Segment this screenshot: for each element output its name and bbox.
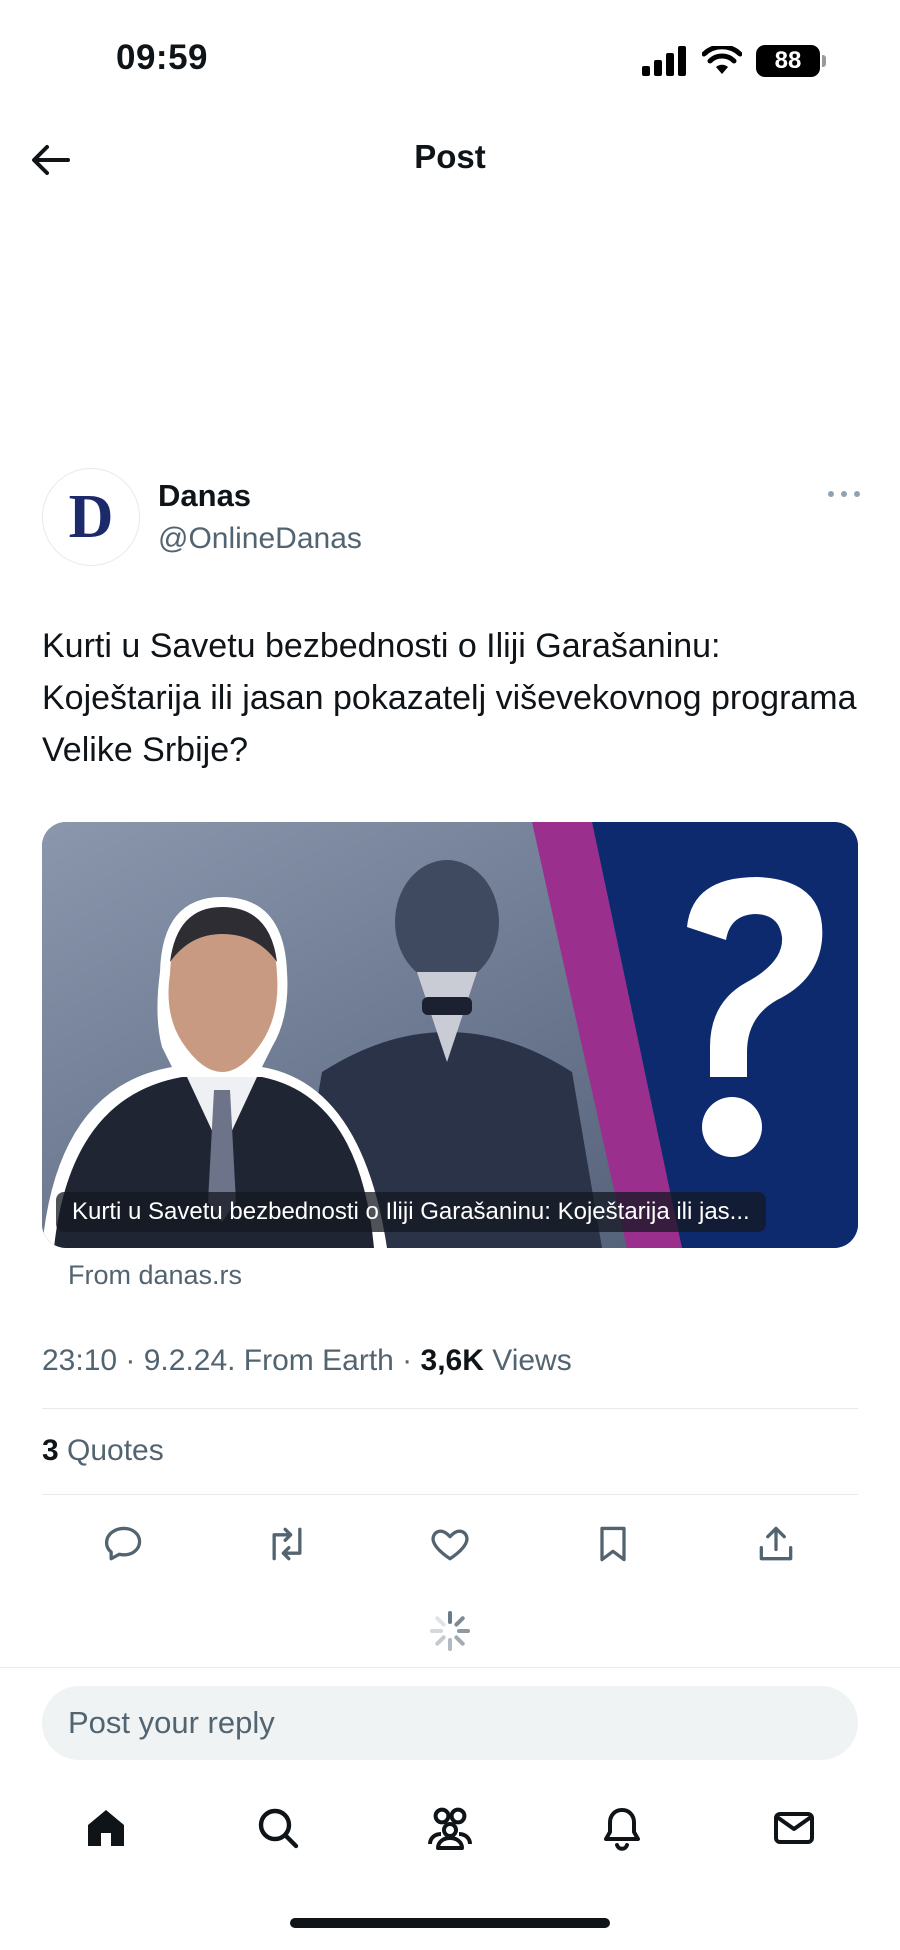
bookmark-icon [600, 1526, 626, 1562]
more-dot-icon [854, 491, 860, 497]
more-dot-icon [828, 491, 834, 497]
bookmark-button[interactable] [585, 1516, 641, 1572]
reply-input[interactable] [42, 1686, 858, 1760]
post-timestamp: 23:10 · 9.2.24. From Earth · [42, 1344, 421, 1377]
views-label: Views [483, 1344, 572, 1377]
home-indicator [290, 1918, 610, 1928]
link-card[interactable]: Kurti u Savetu bezbednosti o Iliji Garaš… [42, 822, 858, 1248]
reply-button[interactable] [96, 1516, 152, 1572]
views-count: 3,6K [420, 1344, 484, 1377]
quotes-label: Quotes [58, 1434, 164, 1467]
status-indicators: 88 [642, 44, 826, 78]
repost-icon [272, 1527, 302, 1561]
battery-level: 88 [774, 47, 802, 74]
loading-spinner-icon [430, 1611, 470, 1651]
tab-notifications[interactable] [587, 1793, 657, 1863]
tab-search[interactable] [243, 1793, 313, 1863]
tab-home[interactable] [71, 1793, 141, 1863]
bottom-tab-bar [0, 1790, 900, 1866]
share-icon [760, 1526, 793, 1561]
tab-communities[interactable] [415, 1793, 485, 1863]
post-author: D Danas @OnlineDanas [42, 468, 864, 568]
divider [42, 1494, 858, 1495]
tab-messages[interactable] [759, 1793, 829, 1863]
messages-icon [774, 1812, 814, 1844]
quotes-count: 3 [42, 1434, 59, 1467]
share-button[interactable] [748, 1516, 804, 1572]
notifications-icon [604, 1808, 640, 1851]
repost-button[interactable] [259, 1516, 315, 1572]
author-handle[interactable]: @OnlineDanas [158, 522, 362, 556]
search-icon [258, 1808, 299, 1849]
more-dot-icon [841, 491, 847, 497]
like-button[interactable] [422, 1516, 478, 1572]
wifi-icon [702, 46, 742, 74]
link-card-caption: Kurti u Savetu bezbednosti o Iliji Garaš… [56, 1192, 766, 1232]
quotes-link[interactable]: 3 Quotes [42, 1434, 164, 1468]
signal-icon [642, 46, 686, 76]
top-nav: Post [0, 120, 900, 200]
post-text: Kurti u Savetu bezbednosti o Iliji Garaš… [42, 627, 857, 769]
page-title: Post [414, 138, 486, 175]
home-icon [88, 1810, 124, 1846]
status-time: 09:59 [116, 38, 209, 77]
battery-indicator: 88 [756, 45, 826, 77]
avatar-letter: D [68, 482, 114, 551]
divider [0, 1667, 900, 1668]
link-card-source[interactable]: From danas.rs [68, 1260, 242, 1291]
divider [42, 1408, 858, 1409]
author-name[interactable]: Danas [158, 478, 251, 514]
more-options-button[interactable] [824, 482, 864, 506]
avatar[interactable]: D [42, 468, 140, 566]
communities-icon [428, 1807, 472, 1850]
like-icon [431, 1529, 469, 1561]
status-bar: 09:59 88 [0, 0, 900, 120]
post-actions [42, 1516, 858, 1572]
link-card-image [42, 822, 858, 1248]
reply-icon [104, 1526, 141, 1561]
post-meta: 23:10 · 9.2.24. From Earth · 3,6K Views [42, 1344, 572, 1378]
